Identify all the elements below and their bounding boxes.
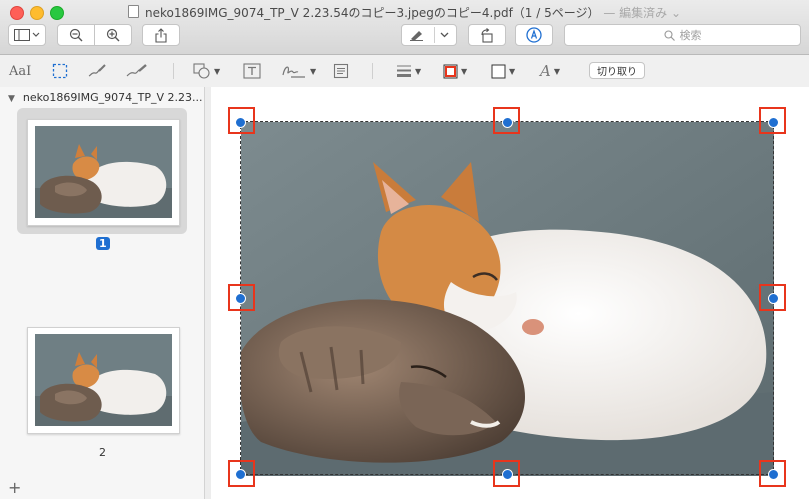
border-color-tool[interactable]: ▼ xyxy=(443,62,467,80)
share-icon xyxy=(155,27,167,43)
note-icon xyxy=(333,63,349,79)
rotate-button[interactable] xyxy=(468,24,506,46)
sketch-tool[interactable] xyxy=(87,62,107,80)
rotate-icon xyxy=(481,27,493,43)
resize-dot-top-center[interactable] xyxy=(502,117,513,128)
fill-color-icon xyxy=(491,64,506,78)
search-placeholder: 検索 xyxy=(679,29,702,42)
draw-icon xyxy=(126,64,147,77)
disclosure-triangle-icon[interactable]: ▼ xyxy=(8,94,15,104)
page-number-2[interactable]: 2 xyxy=(99,446,106,459)
line-style-icon xyxy=(397,65,411,77)
zoom-out-icon xyxy=(69,28,83,42)
selection-rectangle[interactable] xyxy=(240,121,774,475)
text-style-icon: A xyxy=(540,62,551,80)
chevron-down-icon: ▼ xyxy=(415,66,422,76)
fill-color-tool[interactable]: ▼ xyxy=(491,62,515,80)
resize-dot-bottom-left[interactable] xyxy=(235,469,246,480)
toolbar-divider xyxy=(372,63,373,79)
page-thumbnail-2[interactable] xyxy=(27,327,180,434)
note-tool[interactable] xyxy=(333,62,349,80)
sketch-icon xyxy=(88,64,106,77)
thumbnail-sidebar: ▼ neko1869IMG_9074_TP_V 2.23... 1 2 + xyxy=(0,87,205,499)
highlighter-icon xyxy=(410,31,423,41)
border-color-icon xyxy=(443,64,458,78)
draw-tool[interactable] xyxy=(125,62,149,80)
zoom-out-button[interactable] xyxy=(57,24,95,46)
title-bar: neko1869IMG_9074_TP_V 2.23.54のコピー3.jpegの… xyxy=(0,0,809,55)
zoom-in-icon xyxy=(106,28,120,42)
toolbar-divider xyxy=(173,63,174,79)
signature-tool[interactable]: ▼ xyxy=(281,62,316,80)
highlight-button[interactable] xyxy=(401,24,457,46)
chevron-down-icon: ▼ xyxy=(310,66,317,76)
resize-dot-bottom-right[interactable] xyxy=(768,469,779,480)
add-page-button[interactable]: + xyxy=(8,478,21,497)
pdf-document-icon xyxy=(127,5,139,18)
chevron-down-icon xyxy=(440,32,449,38)
page-number-1[interactable]: 1 xyxy=(96,237,110,250)
edited-status[interactable]: — 編集済み ⌄ xyxy=(603,6,681,20)
markup-toolbar-button[interactable] xyxy=(515,24,553,46)
markup-pen-icon xyxy=(526,27,542,43)
markup-toolbar: AaI ▼ ▼ ▼ ▼ ▼ A ▼ xyxy=(0,55,809,88)
shapes-tool[interactable]: ▼ xyxy=(193,62,220,80)
signature-icon xyxy=(282,66,305,78)
text-selection-tool[interactable]: AaI xyxy=(9,62,31,80)
chevron-down-icon: ▼ xyxy=(461,66,468,76)
resize-dot-top-right[interactable] xyxy=(768,117,779,128)
chevron-down-icon: ▼ xyxy=(214,66,221,76)
search-field[interactable]: 検索 xyxy=(564,24,801,46)
resize-dot-bottom-center[interactable] xyxy=(502,469,513,480)
page-thumbnail-1[interactable] xyxy=(27,119,180,226)
preview-window: neko1869IMG_9074_TP_V 2.23.54のコピー3.jpegの… xyxy=(0,0,809,499)
text-style-tool[interactable]: A ▼ xyxy=(540,62,560,80)
resize-dot-top-left[interactable] xyxy=(235,117,246,128)
share-button[interactable] xyxy=(142,24,180,46)
search-icon xyxy=(663,29,675,41)
zoom-in-button[interactable] xyxy=(94,24,132,46)
cat-photo-thumbnail xyxy=(35,126,172,218)
rectangular-selection-icon xyxy=(52,63,68,79)
window-title: neko1869IMG_9074_TP_V 2.23.54のコピー3.jpegの… xyxy=(0,4,809,21)
line-style-tool[interactable]: ▼ xyxy=(396,62,421,80)
shapes-icon xyxy=(193,63,210,79)
rectangular-selection-tool[interactable] xyxy=(52,62,68,80)
chevron-down-icon: ▼ xyxy=(553,66,560,76)
sidebar-file-label: neko1869IMG_9074_TP_V 2.23... xyxy=(22,91,203,104)
sidebar-toggle-button[interactable] xyxy=(8,24,46,46)
chevron-down-icon: ▼ xyxy=(509,66,516,76)
sidebar-file-header[interactable]: ▼ neko1869IMG_9074_TP_V 2.23... xyxy=(8,91,202,104)
sidebar-icon xyxy=(14,29,40,41)
cat-photo-thumbnail xyxy=(35,334,172,426)
resize-dot-middle-right[interactable] xyxy=(768,293,779,304)
crop-button[interactable]: 切り取り xyxy=(589,62,645,79)
text-box-tool[interactable] xyxy=(243,62,261,80)
resize-dot-middle-left[interactable] xyxy=(235,293,246,304)
text-box-icon xyxy=(243,63,261,79)
window-title-text: neko1869IMG_9074_TP_V 2.23.54のコピー3.jpegの… xyxy=(144,6,600,20)
